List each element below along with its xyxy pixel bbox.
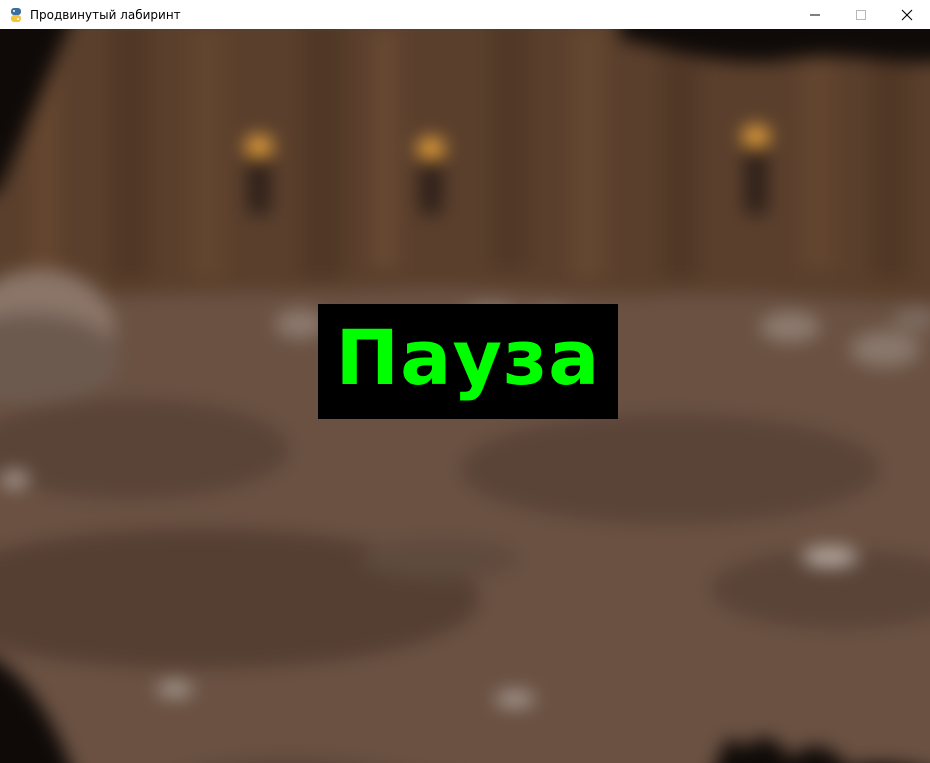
maximize-button[interactable] — [838, 0, 884, 29]
close-icon — [901, 9, 913, 20]
game-canvas[interactable]: Пауза — [0, 29, 930, 763]
window-controls — [792, 0, 930, 29]
game-window: Продвинутый лабиринт Пауза — [0, 0, 930, 763]
minimize-button[interactable] — [792, 0, 838, 29]
maximize-icon — [856, 9, 866, 20]
pause-label: Пауза — [335, 312, 601, 402]
minimize-icon — [810, 14, 820, 15]
window-title: Продвинутый лабиринт — [30, 7, 181, 22]
title-bar[interactable]: Продвинутый лабиринт — [0, 0, 930, 29]
python-icon — [8, 7, 24, 23]
close-button[interactable] — [884, 0, 930, 29]
pause-overlay: Пауза — [318, 304, 618, 419]
